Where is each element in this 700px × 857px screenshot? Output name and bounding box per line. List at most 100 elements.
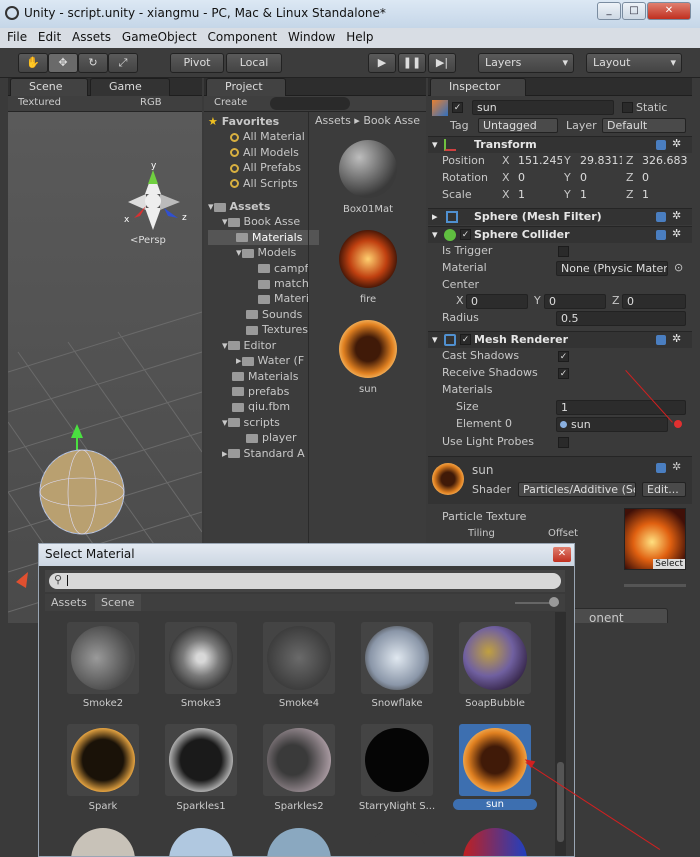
center-x-field[interactable]: 0 (466, 294, 528, 309)
object-picker-icon[interactable] (674, 420, 682, 428)
transform-header[interactable]: ▾ Transform ✲ (428, 136, 692, 153)
tree-item[interactable]: ▸ Standard A (208, 446, 309, 461)
layer-dropdown[interactable]: Default (602, 118, 686, 133)
project-search-input[interactable] (270, 97, 350, 110)
tree-item[interactable]: ▸ Water (F (208, 353, 309, 368)
material-thumb-sun-selected[interactable] (459, 724, 531, 796)
move-tool-button[interactable]: ✥ (48, 53, 78, 73)
tab-scene[interactable]: Scene (10, 78, 88, 96)
hand-tool-button[interactable]: ✋ (18, 53, 48, 73)
material-thumb-smoke2[interactable] (67, 622, 139, 694)
tab-project[interactable]: Project (206, 78, 286, 96)
gear-icon[interactable]: ✲ (672, 209, 681, 222)
is-trigger-checkbox[interactable] (558, 246, 569, 257)
assets-root[interactable]: ▾ Assets (208, 199, 309, 214)
material-thumb-starrynight[interactable] (361, 724, 433, 796)
asset-thumbnail-fire[interactable] (339, 230, 397, 288)
tree-item[interactable]: campf (208, 261, 309, 276)
receive-shadows-checkbox[interactable]: ✓ (558, 368, 569, 379)
position-y-field[interactable]: 29.8311 (576, 154, 622, 169)
local-toggle[interactable]: Local (226, 53, 282, 73)
tab-assets[interactable]: Assets (51, 596, 87, 609)
help-icon[interactable] (656, 463, 666, 473)
element0-material-field[interactable]: sun (556, 417, 668, 432)
edit-shader-button[interactable]: Edit... (642, 482, 686, 497)
tree-item[interactable]: ▾ Models (208, 245, 309, 260)
maximize-button[interactable]: □ (622, 2, 646, 20)
preview-slider[interactable] (624, 584, 686, 587)
tab-inspector[interactable]: Inspector (430, 78, 526, 96)
tree-item[interactable]: ▾ Book Asse (208, 214, 309, 229)
tree-item[interactable]: Materials (208, 369, 309, 384)
minimize-button[interactable]: _ (597, 2, 621, 20)
play-button[interactable]: ▶ (368, 53, 396, 73)
material-thumb-spark[interactable] (67, 724, 139, 796)
breadcrumb-item[interactable]: Assets (315, 114, 351, 127)
help-icon[interactable] (656, 212, 666, 222)
gear-icon[interactable]: ✲ (672, 332, 681, 345)
physic-material-field[interactable]: None (Physic Materi (556, 261, 668, 276)
active-checkbox[interactable]: ✓ (452, 102, 463, 113)
favorite-item[interactable]: All Prefabs (208, 160, 309, 175)
gear-icon[interactable]: ✲ (672, 137, 681, 150)
tree-item[interactable]: Sounds (208, 307, 309, 322)
search-input[interactable]: ⚲ (49, 573, 561, 589)
tree-item[interactable]: Materi (208, 291, 309, 306)
render-mode-dropdown[interactable]: Textured (18, 97, 61, 108)
mesh-filter-header[interactable]: ▸ Sphere (Mesh Filter) ✲ (428, 208, 692, 225)
menu-window[interactable]: Window (288, 28, 335, 44)
close-button[interactable]: ✕ (647, 2, 691, 20)
scale-x-field[interactable]: 1 (514, 188, 562, 203)
favorite-item[interactable]: All Models (208, 145, 309, 160)
dialog-scrollbar[interactable] (555, 612, 566, 856)
static-checkbox[interactable] (622, 102, 633, 113)
tree-item[interactable]: ▾ scripts (208, 415, 309, 430)
create-dropdown[interactable]: Create (214, 97, 247, 108)
rotation-z-field[interactable]: 0 (638, 171, 690, 186)
menu-component[interactable]: Component (208, 28, 278, 44)
menu-edit[interactable]: Edit (38, 28, 61, 44)
menu-file[interactable]: File (7, 28, 27, 44)
collider-enabled-checkbox[interactable]: ✓ (460, 229, 471, 240)
texture-select-button[interactable]: Select (653, 559, 685, 569)
material-thumb-smoke4[interactable] (263, 622, 335, 694)
layers-dropdown[interactable]: Layers ▾ (478, 53, 574, 73)
favorite-item[interactable]: All Material (208, 129, 309, 144)
rotation-y-field[interactable]: 0 (576, 171, 622, 186)
rotation-x-field[interactable]: 0 (514, 171, 562, 186)
menu-help[interactable]: Help (346, 28, 373, 44)
radius-field[interactable]: 0.5 (556, 311, 686, 326)
material-thumb-partial[interactable] (169, 828, 233, 856)
tree-item[interactable]: match (208, 276, 309, 291)
center-z-field[interactable]: 0 (622, 294, 686, 309)
material-thumb-partial[interactable] (463, 828, 527, 856)
rotate-tool-button[interactable]: ↻ (78, 53, 108, 73)
renderer-enabled-checkbox[interactable]: ✓ (460, 334, 471, 345)
material-thumb-smoke3[interactable] (165, 622, 237, 694)
materials-foldout[interactable]: Materials (442, 383, 492, 396)
tree-item[interactable]: ▾ Editor (208, 338, 309, 353)
tree-item[interactable]: prefabs (208, 384, 309, 399)
center-y-field[interactable]: 0 (544, 294, 606, 309)
scale-z-field[interactable]: 1 (638, 188, 690, 203)
breadcrumb-item[interactable]: Book Asse (363, 114, 420, 127)
pivot-toggle[interactable]: Pivot (170, 53, 224, 73)
help-icon[interactable] (656, 230, 666, 240)
tab-game[interactable]: Game (90, 78, 170, 96)
help-icon[interactable] (656, 140, 666, 150)
scale-y-field[interactable]: 1 (576, 188, 622, 203)
orientation-gizmo[interactable]: y x z (124, 161, 187, 230)
color-mode-dropdown[interactable]: RGB (140, 97, 162, 108)
material-thumb-partial[interactable] (365, 828, 429, 856)
step-button[interactable]: ▶| (428, 53, 456, 73)
particle-texture-slot[interactable]: Select (624, 508, 686, 570)
tree-item[interactable]: qiu.fbm (208, 399, 309, 414)
shader-dropdown[interactable]: Particles/Additive (So (518, 482, 636, 497)
menu-gameobject[interactable]: GameObject (122, 28, 197, 44)
tree-item-materials-selected[interactable]: Materials (208, 229, 319, 246)
tree-item[interactable]: Textures (208, 322, 309, 337)
asset-thumbnail-box01mat[interactable] (339, 140, 397, 198)
materials-size-field[interactable]: 1 (556, 400, 686, 415)
object-name-field[interactable]: sun (472, 100, 614, 115)
material-thumb-sparkles1[interactable] (165, 724, 237, 796)
